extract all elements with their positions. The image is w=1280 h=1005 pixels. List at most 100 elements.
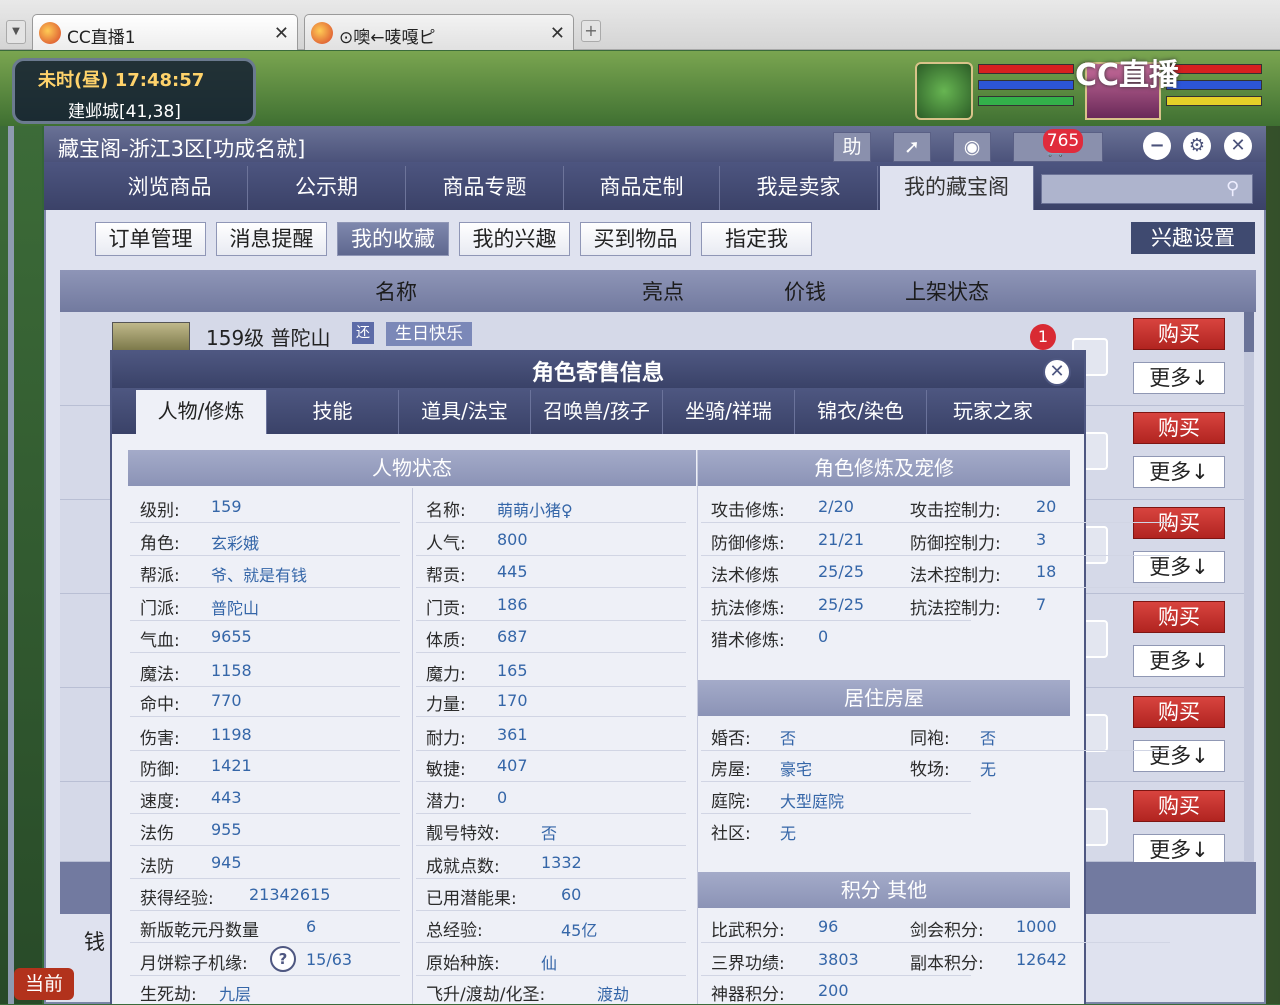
stat-label: 靓号特效: bbox=[426, 824, 500, 844]
stat-label: 总经验: bbox=[426, 921, 483, 941]
tab-player-home[interactable]: 玩家之家 bbox=[927, 390, 1059, 434]
tab-skills[interactable]: 技能 bbox=[267, 390, 399, 434]
game-left-frame bbox=[8, 126, 14, 1004]
pet-exp-bar bbox=[1166, 96, 1262, 106]
stat-value: 445 bbox=[497, 562, 528, 581]
close-icon[interactable]: ✕ bbox=[1043, 358, 1071, 386]
stat-value: 945 bbox=[211, 853, 242, 872]
row-divider bbox=[130, 878, 400, 879]
buy-button[interactable]: 购买 bbox=[1133, 412, 1225, 444]
tab-menu-arrow[interactable]: ▼ bbox=[6, 20, 26, 44]
tab-costumes[interactable]: 锦衣/染色 bbox=[795, 390, 927, 434]
more-button[interactable]: 更多↓ bbox=[1133, 645, 1225, 677]
minimize-icon[interactable]: − bbox=[1143, 132, 1171, 160]
close-icon[interactable]: ✕ bbox=[274, 23, 289, 44]
more-button[interactable]: 更多↓ bbox=[1133, 740, 1225, 772]
stat-value: 普陀山 bbox=[211, 599, 260, 618]
nav-seller[interactable]: 我是卖家 bbox=[720, 166, 878, 210]
nav-topics[interactable]: 商品专题 bbox=[406, 166, 564, 210]
item-thumbnail[interactable] bbox=[112, 322, 190, 352]
stat-label: 副本积分: bbox=[910, 954, 984, 974]
row-divider bbox=[416, 686, 686, 687]
scrollbar[interactable] bbox=[1244, 312, 1254, 862]
row-divider bbox=[130, 587, 400, 588]
stat-value: 0 bbox=[497, 788, 508, 807]
stat-label: 已用潜能果: bbox=[426, 889, 517, 909]
player-avatar[interactable] bbox=[915, 62, 973, 120]
close-icon[interactable]: ✕ bbox=[1224, 132, 1252, 160]
tab-orders[interactable]: 订单管理 bbox=[95, 222, 206, 256]
tab-purchased[interactable]: 买到物品 bbox=[580, 222, 691, 256]
browser-tab-2[interactable]: ⊙噢←唛嘎ピ ✕ bbox=[304, 14, 574, 50]
stat-label: 法伤 bbox=[140, 824, 174, 844]
nav-custom[interactable]: 商品定制 bbox=[564, 166, 720, 210]
close-icon[interactable]: ✕ bbox=[550, 23, 565, 44]
tab-favorites[interactable]: 我的收藏 bbox=[337, 222, 449, 256]
buy-button[interactable]: 购买 bbox=[1133, 696, 1225, 728]
stat-value: 12642 bbox=[1016, 950, 1067, 969]
tab-pets[interactable]: 召唤兽/孩子 bbox=[531, 390, 663, 434]
share-icon[interactable]: ➚ bbox=[893, 132, 931, 162]
stat-label: 庭院: bbox=[711, 792, 751, 812]
stat-value: 170 bbox=[497, 691, 528, 710]
stat-label: 获得经验: bbox=[140, 889, 214, 909]
more-button[interactable]: 更多↓ bbox=[1133, 362, 1225, 394]
sp-bar bbox=[978, 96, 1074, 106]
row-divider bbox=[416, 555, 686, 556]
game-location: 建邺城[41,38] bbox=[68, 102, 181, 122]
stat-value: 大型庭院 bbox=[780, 792, 845, 811]
item-title[interactable]: 159级 普陀山 bbox=[206, 322, 331, 351]
row-divider bbox=[701, 813, 971, 814]
stat-label: 神器积分: bbox=[711, 985, 785, 1005]
search-icon[interactable]: ⚲ bbox=[1226, 178, 1239, 199]
search-input[interactable] bbox=[1041, 174, 1253, 204]
col-price: 价钱 bbox=[784, 280, 826, 304]
new-tab-button[interactable]: + bbox=[581, 20, 601, 42]
section-scores: 积分 其他 bbox=[698, 872, 1070, 908]
tab-mounts[interactable]: 坐骑/祥瑞 bbox=[663, 390, 795, 434]
record-icon[interactable]: ◉ bbox=[953, 132, 991, 162]
gear-icon[interactable]: ⚙ bbox=[1183, 132, 1211, 160]
nav-browse[interactable]: 浏览商品 bbox=[92, 166, 248, 210]
row-divider bbox=[130, 522, 400, 523]
stat-label: 抗法修炼: bbox=[711, 599, 785, 619]
row-divider bbox=[130, 555, 400, 556]
interest-settings-button[interactable]: 兴趣设置 bbox=[1131, 222, 1255, 254]
buy-button[interactable]: 购买 bbox=[1133, 601, 1225, 633]
chat-channel-button[interactable]: 当前 bbox=[14, 968, 74, 1000]
row-divider bbox=[130, 910, 400, 911]
stat-value: 渡劫 bbox=[597, 985, 630, 1004]
stat-value: 407 bbox=[497, 756, 528, 775]
buy-button[interactable]: 购买 bbox=[1133, 790, 1225, 822]
section-housing: 居住房屋 bbox=[698, 680, 1070, 716]
stat-label: 生死劫: bbox=[140, 985, 197, 1005]
row-divider bbox=[416, 942, 686, 943]
help-icon[interactable]: ? bbox=[270, 946, 296, 972]
stat-label: 同袍: bbox=[910, 729, 950, 749]
stat-value: 18 bbox=[1036, 562, 1057, 581]
help-button[interactable]: 助 bbox=[833, 132, 871, 162]
tab-interests[interactable]: 我的兴趣 bbox=[459, 222, 570, 256]
tab-assigned[interactable]: 指定我 bbox=[701, 222, 812, 256]
col-highlight: 亮点 bbox=[642, 280, 684, 304]
tab-messages[interactable]: 消息提醒 bbox=[216, 222, 327, 256]
stat-label: 飞升/渡劫/化圣: bbox=[426, 985, 546, 1005]
buy-button[interactable]: 购买 bbox=[1133, 318, 1225, 350]
stat-value: 20 bbox=[1036, 497, 1057, 516]
nav-public[interactable]: 公示期 bbox=[248, 166, 406, 210]
tab-items[interactable]: 道具/法宝 bbox=[399, 390, 531, 434]
stat-label: 体质: bbox=[426, 631, 466, 651]
stat-value: 无 bbox=[780, 824, 797, 843]
row-divider bbox=[130, 750, 400, 751]
notification-badge: 1 bbox=[1030, 324, 1056, 350]
buy-button[interactable]: 购买 bbox=[1133, 507, 1225, 539]
stat-value: 15/63 bbox=[306, 950, 353, 969]
nav-my-treasure[interactable]: 我的藏宝阁 bbox=[880, 166, 1034, 210]
tab-label: ⊙噢←唛嘎ピ bbox=[339, 28, 436, 48]
tab-character[interactable]: 人物/修炼 bbox=[136, 390, 267, 434]
more-button[interactable]: 更多↓ bbox=[1133, 456, 1225, 488]
stat-label: 猎术修炼: bbox=[711, 631, 785, 651]
scrollbar-thumb[interactable] bbox=[1244, 312, 1254, 352]
mp-bar bbox=[978, 80, 1074, 90]
browser-tab-1[interactable]: CC直播1 ✕ bbox=[32, 14, 298, 50]
